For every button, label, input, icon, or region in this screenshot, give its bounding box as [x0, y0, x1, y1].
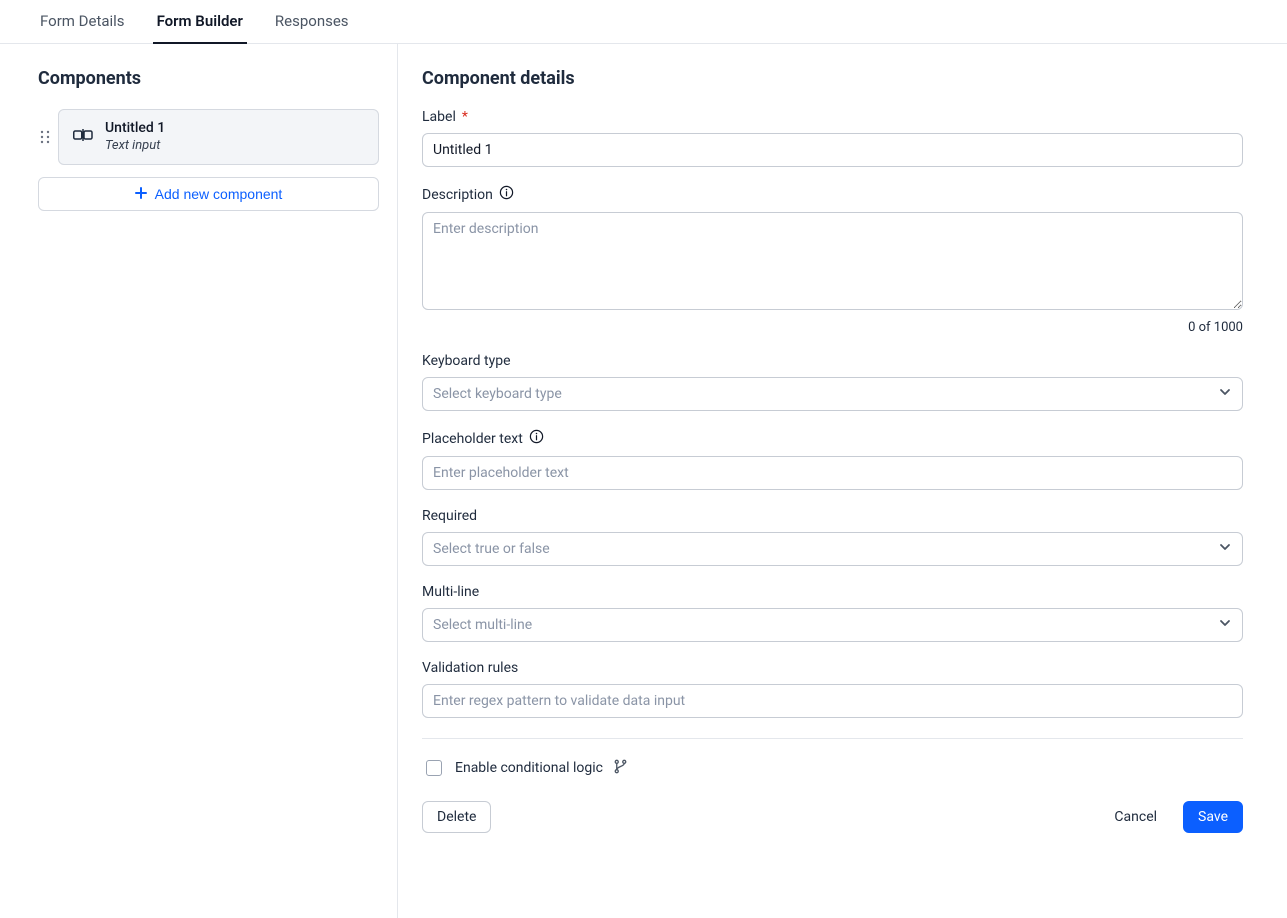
info-icon[interactable] [529, 429, 544, 448]
add-component-label: Add new component [155, 186, 283, 202]
component-row: Untitled 1 Text input [38, 109, 379, 165]
text-input-icon [73, 127, 93, 147]
description-field-label: Description [422, 187, 493, 203]
conditional-logic-row: Enable conditional logic [422, 757, 1243, 779]
tab-form-details[interactable]: Form Details [36, 12, 129, 44]
save-button[interactable]: Save [1183, 801, 1243, 833]
divider [422, 738, 1243, 739]
required-indicator: * [462, 109, 468, 125]
conditional-logic-label: Enable conditional logic [455, 760, 603, 776]
cancel-button[interactable]: Cancel [1100, 802, 1171, 832]
keyboard-type-field: Keyboard type Select keyboard type [422, 353, 1243, 411]
component-details-panel: Component details Label * Description [398, 44, 1287, 918]
label-field: Label * [422, 109, 1243, 167]
component-card[interactable]: Untitled 1 Text input [58, 109, 379, 165]
validation-rules-label: Validation rules [422, 660, 518, 676]
drag-handle-icon[interactable] [38, 130, 52, 144]
required-select[interactable]: Select true or false [422, 532, 1243, 566]
validation-rules-field: Validation rules [422, 660, 1243, 718]
branch-icon [613, 759, 628, 778]
component-title: Untitled 1 [105, 120, 165, 138]
multiline-label: Multi-line [422, 584, 479, 600]
keyboard-type-label: Keyboard type [422, 353, 511, 369]
info-icon[interactable] [499, 185, 514, 204]
component-subtitle: Text input [105, 138, 165, 154]
multiline-select[interactable]: Select multi-line [422, 608, 1243, 642]
sidebar-title: Components [38, 68, 379, 89]
details-title: Component details [422, 68, 1243, 89]
tabs: Form Details Form Builder Responses [0, 0, 1287, 44]
workspace: Components [0, 44, 1287, 918]
validation-rules-input[interactable] [422, 684, 1243, 718]
components-sidebar: Components [0, 44, 398, 918]
description-field: Description 0 of 1000 [422, 185, 1243, 335]
keyboard-type-select[interactable]: Select keyboard type [422, 377, 1243, 411]
description-input[interactable] [422, 212, 1243, 310]
multiline-field: Multi-line Select multi-line [422, 584, 1243, 642]
placeholder-text-label: Placeholder text [422, 431, 523, 447]
plus-icon [135, 186, 147, 202]
component-text: Untitled 1 Text input [105, 120, 165, 154]
description-char-count: 0 of 1000 [422, 320, 1243, 335]
required-label: Required [422, 508, 477, 524]
required-field: Required Select true or false [422, 508, 1243, 566]
delete-button[interactable]: Delete [422, 801, 491, 833]
label-input[interactable] [422, 133, 1243, 167]
placeholder-text-field: Placeholder text [422, 429, 1243, 490]
label-field-label: Label [422, 109, 456, 125]
placeholder-text-input[interactable] [422, 456, 1243, 490]
add-component-button[interactable]: Add new component [38, 177, 379, 211]
tab-responses[interactable]: Responses [271, 12, 353, 44]
action-bar: Delete Cancel Save [422, 801, 1243, 833]
conditional-logic-checkbox[interactable] [426, 760, 442, 776]
tab-form-builder[interactable]: Form Builder [153, 12, 247, 44]
